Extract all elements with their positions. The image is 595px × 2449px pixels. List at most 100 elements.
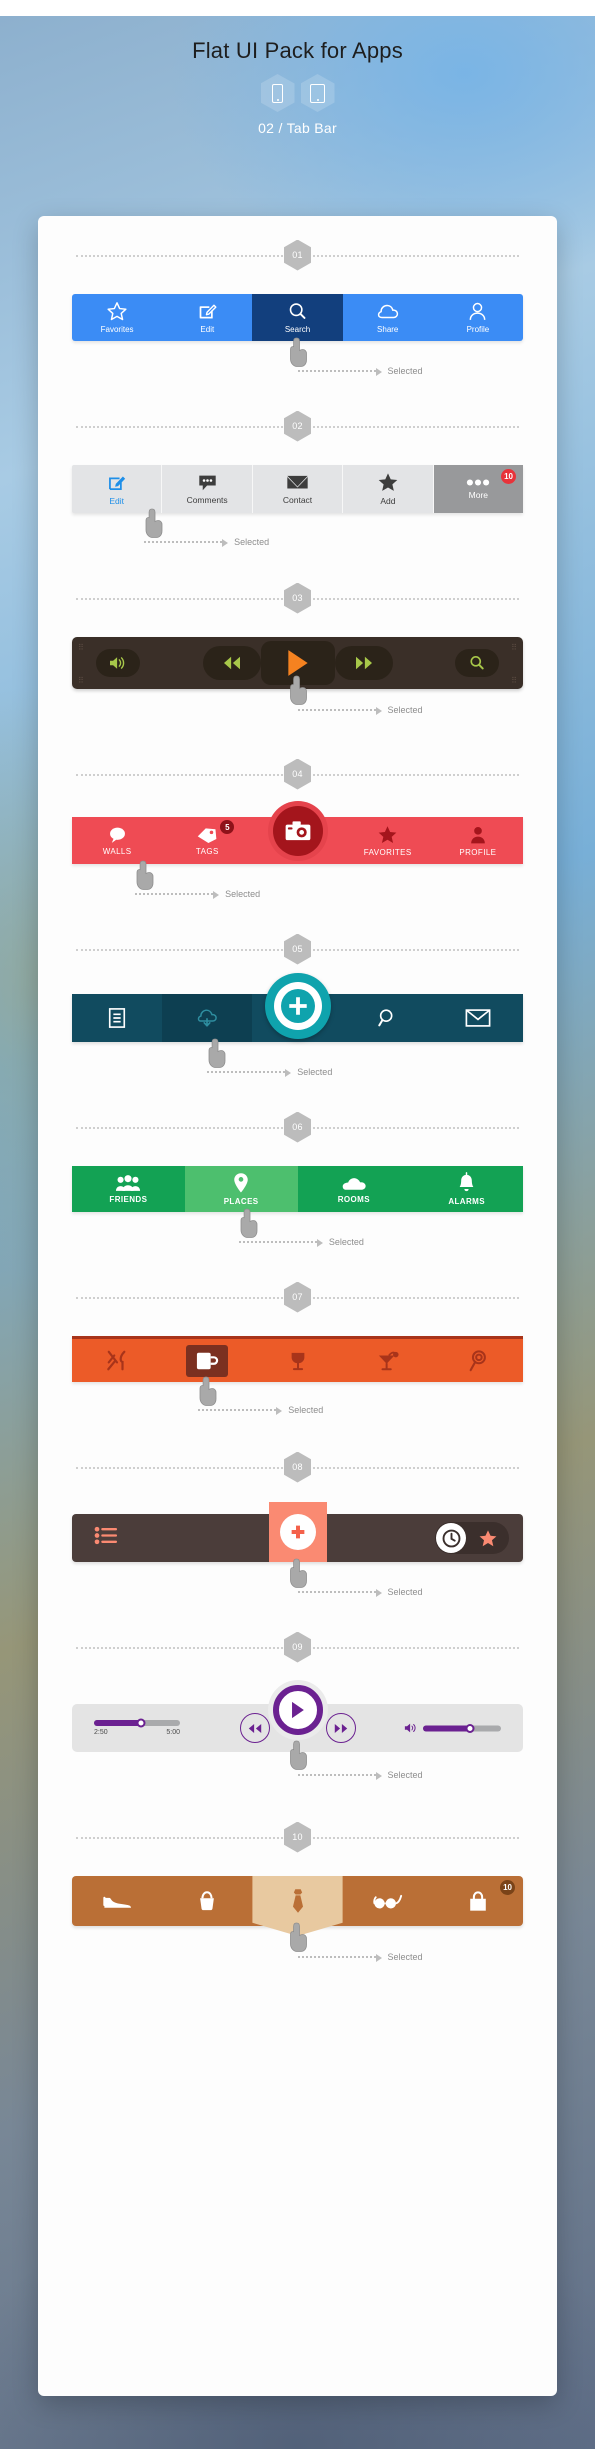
cursor-pointer-06: [239, 1208, 258, 1238]
media-forward-button[interactable]: [334, 646, 393, 680]
fast-forward-icon: [355, 656, 372, 670]
tab-label: PROFILE: [459, 847, 497, 857]
media-search-button[interactable]: [455, 649, 499, 677]
tab-cocktail[interactable]: [343, 1339, 433, 1382]
cocktail-icon: [378, 1351, 399, 1370]
tab-label: ROOMS: [337, 1194, 370, 1204]
tab-shopping-bag[interactable]: 10: [433, 1876, 523, 1926]
corner-screw-tr: ⠿: [511, 643, 517, 652]
volume-handle[interactable]: [465, 1723, 475, 1733]
tab-favorites[interactable]: Favorites: [72, 294, 162, 341]
media-rewind-button[interactable]: [202, 646, 261, 680]
tab-edit[interactable]: Edit: [162, 294, 252, 341]
tab-bar-blue: Favorites Edit Search Share Profile: [72, 294, 523, 341]
badge-count: 10: [501, 469, 517, 484]
cursor-pointer-10: [288, 1922, 307, 1952]
tabbar-section-04: WALLS TAGS 5 FAVORITES PROFILE Selected: [72, 801, 523, 899]
corner-screw-bl: ⠿: [78, 676, 84, 685]
coffee-mug-icon: [197, 1352, 219, 1369]
compose-pencil-icon: [199, 304, 217, 319]
necktie-icon: [292, 1889, 303, 1913]
tab-wine[interactable]: [252, 1339, 342, 1382]
tabbar-section-08: Selected: [72, 1502, 523, 1597]
selected-icon-box: [186, 1344, 229, 1377]
tab-add[interactable]: [252, 973, 342, 1042]
section-divider-06: 06: [38, 1111, 557, 1143]
rewind-icon: [248, 1723, 261, 1733]
selected-annotation-06: Selected: [238, 1237, 364, 1247]
tab-bar-brown-dark: [72, 1502, 523, 1562]
cursor-pointer-05: [207, 1038, 226, 1068]
tab-alarms[interactable]: ALARMS: [410, 1166, 523, 1212]
tab-document[interactable]: [72, 994, 162, 1042]
cloud-filled-icon: [343, 1177, 367, 1190]
player-play-button[interactable]: [272, 1685, 323, 1735]
tab-camera[interactable]: [252, 801, 342, 864]
player-forward-button[interactable]: [325, 1713, 356, 1743]
tab-restaurant[interactable]: [72, 1339, 162, 1382]
tab-profile[interactable]: Profile: [433, 294, 523, 341]
selected-label: Selected: [288, 1405, 324, 1415]
tab-profile[interactable]: PROFILE: [433, 817, 523, 864]
tab-cloud-download[interactable]: [162, 994, 253, 1042]
tab-edit[interactable]: Edit: [72, 465, 163, 513]
page-header: Flat UI Pack for Apps 02 / Tab Bar: [0, 16, 595, 146]
tab-add[interactable]: [268, 1502, 327, 1562]
tab-search[interactable]: Search: [252, 294, 343, 341]
corner-screw-tl: ⠿: [78, 643, 84, 652]
section-divider-07: 07: [38, 1281, 557, 1313]
progress-slider[interactable]: [94, 1718, 180, 1728]
document-lines-icon: [109, 1008, 126, 1028]
tab-label: PLACES: [223, 1197, 259, 1206]
wine-glass-icon: [291, 1352, 304, 1370]
shoe-icon: [103, 1896, 132, 1908]
star-filled-icon: [378, 825, 397, 843]
map-pin-icon: [234, 1173, 248, 1193]
tab-handbag[interactable]: [162, 1876, 252, 1926]
selected-label: Selected: [328, 1237, 364, 1247]
speech-bubble-icon: [109, 827, 125, 843]
volume-slider[interactable]: [423, 1723, 501, 1733]
selected-annotation-08: Selected: [297, 1587, 423, 1597]
tab-mail[interactable]: [433, 994, 523, 1042]
tab-share[interactable]: Share: [343, 294, 433, 341]
media-volume-button[interactable]: [96, 649, 140, 677]
envelope-icon: [465, 1009, 491, 1027]
person-outline-icon: [469, 302, 486, 320]
tab-add[interactable]: Add: [343, 465, 434, 513]
tab-candy[interactable]: [433, 1339, 523, 1382]
clock-star-toggle-icon[interactable]: [435, 1522, 509, 1554]
time-elapsed: 2:50: [94, 1729, 108, 1736]
tab-label: FAVORITES: [363, 847, 412, 857]
tab-search[interactable]: [343, 994, 433, 1042]
selected-annotation-03: Selected: [297, 705, 423, 715]
tab-walls[interactable]: WALLS: [72, 817, 162, 864]
content-card: 01 Favorites Edit Search Share Profile S…: [38, 216, 557, 2396]
tab-contact[interactable]: Contact: [253, 465, 344, 513]
player-rewind-button[interactable]: [239, 1713, 270, 1743]
selected-annotation-10: Selected: [297, 1952, 423, 1962]
play-icon: [292, 1701, 304, 1719]
tab-more[interactable]: More 10: [433, 465, 524, 513]
tab-bar-shop: 10: [72, 1876, 523, 1936]
tab-friends[interactable]: FRIENDS: [72, 1166, 185, 1212]
tab-bar-gray: Edit Comments Contact Add More 10: [72, 465, 524, 513]
tab-tags[interactable]: TAGS 5: [162, 817, 252, 864]
progress-handle[interactable]: [136, 1718, 146, 1728]
tab-necktie[interactable]: [252, 1876, 343, 1936]
tab-list[interactable]: [94, 1526, 118, 1550]
shopping-bag-icon: [470, 1890, 486, 1911]
tab-glasses[interactable]: [343, 1876, 433, 1926]
selected-annotation-07: Selected: [198, 1405, 323, 1415]
tab-rooms[interactable]: ROOMS: [298, 1166, 411, 1212]
compose-pencil-icon: [109, 476, 126, 490]
clock-icon: [442, 1529, 460, 1547]
tabbar-section-03: ⠿ ⠿ ⠿ ⠿ Selected: [72, 637, 523, 715]
tab-places[interactable]: PLACES: [184, 1166, 298, 1212]
section-divider-04: 04: [38, 758, 557, 790]
tab-comments[interactable]: Comments: [162, 465, 253, 513]
tab-shoes[interactable]: [72, 1876, 162, 1926]
tab-bar-teal: [72, 973, 523, 1042]
section-number-02: 02: [284, 410, 311, 442]
tab-favorites[interactable]: FAVORITES: [343, 817, 433, 864]
